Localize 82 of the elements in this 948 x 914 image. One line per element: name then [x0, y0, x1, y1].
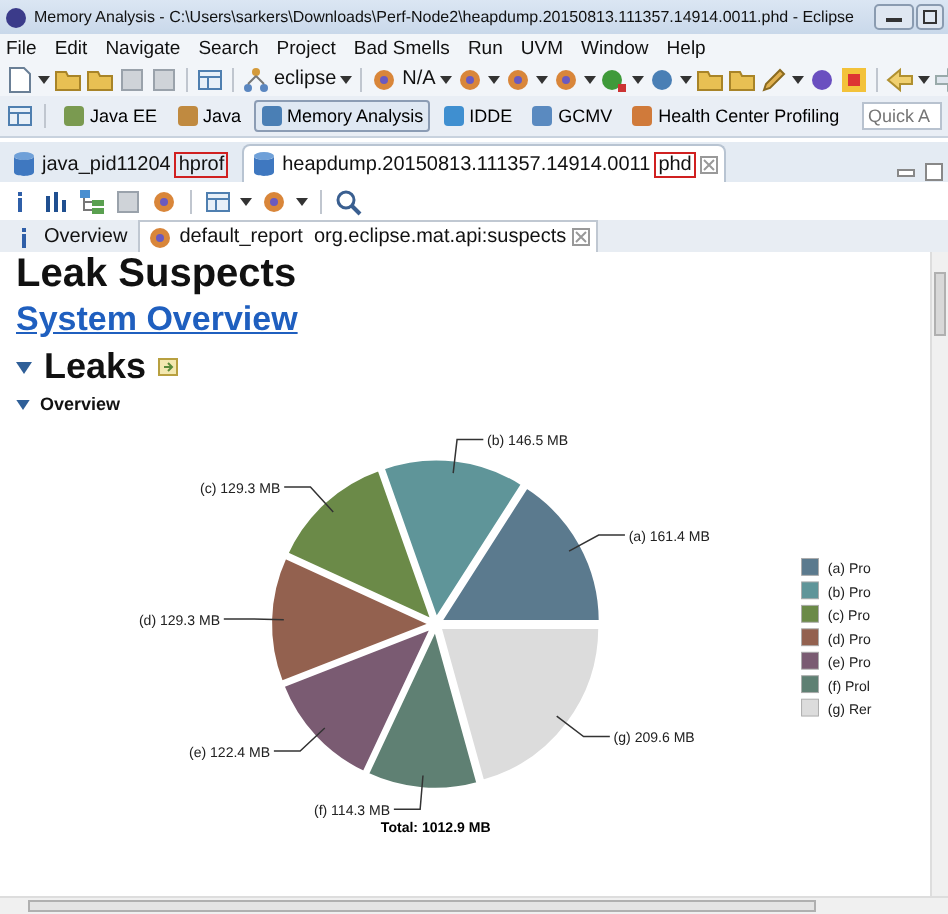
details-icon[interactable] — [158, 358, 179, 376]
caret-icon[interactable] — [439, 75, 452, 83]
perspective-tab[interactable]: GCMV — [524, 100, 619, 132]
perspective-tab[interactable]: Health Center Profiling — [624, 100, 846, 132]
menu-item[interactable]: Project — [276, 37, 336, 59]
file-extension-highlight: phd — [654, 151, 696, 177]
perspective-icon — [441, 104, 466, 128]
caret-icon[interactable] — [631, 75, 644, 83]
menu-item[interactable]: Bad Smells — [353, 37, 450, 59]
menu-item[interactable]: Search — [198, 37, 259, 59]
window-icon[interactable] — [196, 65, 224, 93]
horizontal-scrollbar[interactable] — [0, 896, 948, 914]
perspective-tab[interactable]: Java EE — [56, 100, 164, 132]
perspective-icon — [175, 104, 200, 128]
tab-label: heapdump.20150813.111357.14914.0011 — [282, 153, 651, 175]
subsection-heading: Overview — [40, 394, 121, 414]
perspective-icon[interactable] — [6, 102, 34, 130]
perspective-icon — [62, 104, 86, 128]
perspective-icon — [630, 104, 655, 128]
database-icon[interactable] — [10, 150, 38, 178]
perspective-icon — [259, 104, 284, 128]
report-tab[interactable]: Overview — [4, 222, 134, 252]
caret-icon[interactable] — [340, 75, 353, 83]
caret-icon[interactable] — [240, 197, 252, 205]
leader-line — [273, 727, 326, 752]
editor-tab[interactable]: java_pid11204 hprof — [4, 146, 235, 182]
expand-triangle-icon[interactable] — [16, 399, 30, 409]
database-icon[interactable] — [250, 150, 279, 178]
menu-item[interactable]: UVM — [520, 37, 563, 59]
quick-access-field[interactable]: Quick A — [862, 102, 942, 130]
scroll-thumb[interactable] — [934, 272, 946, 336]
bar-chart-icon[interactable] — [42, 187, 70, 215]
stop-icon[interactable] — [839, 65, 868, 93]
minimize-icon[interactable] — [874, 4, 914, 30]
report-heading: Leak Suspects — [16, 252, 299, 296]
menu-item[interactable]: File — [6, 37, 37, 59]
report-tab[interactable]: default_report org.eclipse.mat.api:suspects — [137, 220, 599, 252]
perspective-icon — [530, 104, 555, 128]
leader-line — [283, 486, 334, 513]
caret-icon[interactable] — [487, 75, 500, 83]
run-icon[interactable] — [599, 65, 628, 93]
leader-line — [568, 534, 626, 552]
window-icon[interactable] — [204, 187, 232, 215]
menu-item[interactable]: Window — [581, 37, 649, 59]
search-icon[interactable] — [334, 187, 362, 215]
circle-icon[interactable] — [647, 65, 676, 93]
leader-line — [452, 438, 485, 474]
caret-icon[interactable] — [535, 75, 548, 83]
file-extension-highlight: hprof — [174, 151, 229, 177]
expand-triangle-icon[interactable] — [16, 361, 32, 373]
maximize-icon[interactable] — [916, 4, 944, 30]
menu-item[interactable]: Edit — [54, 37, 88, 59]
section-heading: Leaks — [44, 346, 147, 388]
tab-label: java_pid11204 — [42, 153, 171, 175]
close-icon[interactable] — [572, 228, 591, 246]
perspective-tab[interactable]: Java — [169, 100, 248, 132]
caret-icon[interactable] — [917, 75, 930, 83]
workspace-label[interactable]: eclipse — [274, 68, 337, 90]
circle-icon[interactable] — [807, 65, 836, 93]
system-overview-link[interactable]: System Overview — [16, 300, 298, 340]
caret-icon[interactable] — [679, 75, 692, 83]
caret-icon[interactable] — [296, 197, 308, 205]
leader-line — [393, 774, 424, 810]
menu-item[interactable]: Help — [666, 37, 706, 59]
caret-icon[interactable] — [583, 75, 596, 83]
status-label[interactable]: N/A — [402, 68, 436, 90]
tree-icon[interactable] — [78, 187, 106, 215]
menu-item[interactable]: Navigate — [105, 37, 181, 59]
leader-line — [555, 715, 611, 738]
caret-icon[interactable] — [38, 75, 50, 83]
perspective-tab[interactable]: IDDE — [435, 100, 519, 132]
caret-icon[interactable] — [791, 75, 804, 83]
editor-tab[interactable]: heapdump.20150813.111357.14914.0011 phd — [242, 144, 726, 182]
perspective-tab[interactable]: Memory Analysis — [253, 100, 430, 132]
close-icon[interactable] — [699, 155, 718, 173]
network-icon[interactable] — [242, 65, 270, 93]
window-title: Memory Analysis - C:\Users\sarkers\Downloads\Perf-Node2\heapdump.20150813.111357.14914.0011.phd - Eclipse — [34, 8, 857, 26]
scroll-thumb[interactable] — [28, 900, 816, 912]
app-icon — [4, 5, 28, 29]
menu-item[interactable]: Run — [467, 37, 503, 59]
leader-line — [223, 618, 285, 621]
vertical-scrollbar[interactable] — [930, 252, 948, 896]
